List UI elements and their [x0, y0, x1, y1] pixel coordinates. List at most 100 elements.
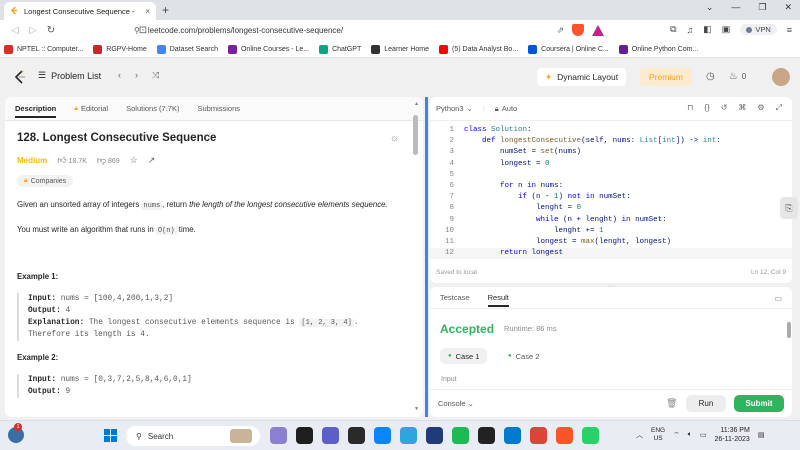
taskbar-app-icon[interactable]: [348, 427, 365, 444]
dislike-button[interactable]: 👎︎ 869: [97, 155, 120, 166]
share-icon[interactable]: ↗: [148, 155, 156, 166]
reload-icon[interactable]: ↻: [42, 25, 60, 36]
volume-icon[interactable]: 🔈︎: [688, 431, 692, 439]
taskbar-app-icon[interactable]: [504, 427, 521, 444]
scroll-up-icon[interactable]: ▲: [414, 101, 419, 107]
braces-icon[interactable]: {}: [704, 103, 709, 113]
close-window-icon[interactable]: ✕: [784, 2, 792, 13]
bookmark-item[interactable]: Dataset Search: [156, 44, 218, 54]
code-area[interactable]: 1 class Solution: 2 def longestConsecutive…: [430, 125, 792, 260]
new-tab-button[interactable]: +: [162, 3, 169, 17]
line-number: 10: [444, 226, 454, 235]
taskbar-app-icon[interactable]: [322, 427, 339, 444]
submit-button[interactable]: Submit: [734, 395, 784, 412]
taskbar-app-icon[interactable]: [452, 427, 469, 444]
url-field[interactable]: ⚲ leetcode.com/problems/longest-consecut…: [130, 22, 600, 39]
clock[interactable]: 11:36 PM 26-11-2023: [715, 426, 750, 444]
sidebar-icon[interactable]: ◧: [703, 24, 712, 35]
language-indicator[interactable]: ENG US: [651, 427, 665, 443]
taskbar-app-icon[interactable]: [582, 427, 599, 444]
share-icon[interactable]: ⇗: [556, 25, 564, 36]
extensions-icon[interactable]: ⧉: [670, 24, 676, 35]
leetcode-logo-icon[interactable]: [14, 70, 26, 84]
premium-button[interactable]: Premium: [640, 68, 692, 86]
bookmark-item[interactable]: Coursera | Online C...: [528, 44, 609, 54]
back-icon[interactable]: ◁: [6, 25, 24, 36]
bookmark-item[interactable]: Online Python Com...: [618, 44, 698, 54]
taskbar-app-icon[interactable]: [270, 427, 287, 444]
taskbar-app-icon[interactable]: [400, 427, 417, 444]
tab-result[interactable]: Result: [487, 293, 509, 307]
brave-shield-icon[interactable]: [572, 24, 584, 36]
wallet-icon[interactable]: ▣: [722, 24, 731, 35]
next-problem-icon[interactable]: ›: [135, 70, 138, 81]
bookmark-item[interactable]: ChatGPT: [319, 44, 361, 54]
taskbar-app-icon[interactable]: [478, 427, 495, 444]
taskbar-app-icon[interactable]: [426, 427, 443, 444]
taskbar-app-icon[interactable]: [296, 427, 313, 444]
problem-list-button[interactable]: ☰ Problem List: [38, 70, 101, 81]
tab-description[interactable]: Description: [15, 104, 57, 118]
theme-toggle-icon[interactable]: ☼: [390, 133, 399, 144]
tab-solutions[interactable]: Solutions (7.7K): [126, 104, 179, 113]
vertical-splitter[interactable]: [425, 97, 428, 417]
windows-start-icon[interactable]: [104, 429, 117, 442]
reset-icon[interactable]: ↺: [721, 103, 728, 113]
description-scrollbar[interactable]: [413, 115, 418, 155]
line-number: 2: [449, 137, 454, 146]
panel-layout-icon[interactable]: ▭: [774, 294, 782, 303]
dynamic-layout-button[interactable]: ✦ Dynamic Layout: [537, 68, 627, 86]
case-2-tab[interactable]: ● Case 2: [500, 348, 547, 364]
shuffle-icon[interactable]: ⤨: [152, 70, 159, 81]
language-select[interactable]: Python3 ⌄: [436, 104, 473, 113]
case-1-tab[interactable]: ● Case 1: [440, 348, 488, 364]
settings-icon[interactable]: ⚙: [757, 103, 764, 113]
chevron-up-icon[interactable]: ︿: [636, 430, 643, 440]
forward-icon[interactable]: ▷: [24, 25, 42, 36]
trash-icon[interactable]: 🗑︎: [666, 398, 677, 409]
star-icon[interactable]: ☆: [130, 155, 138, 166]
console-toggle[interactable]: Console ⌄: [438, 399, 474, 408]
maximize-icon[interactable]: ❐: [758, 2, 766, 13]
code-text: class Solution:: [464, 126, 532, 134]
menu-icon[interactable]: ≡: [787, 25, 792, 35]
test-scrollbar[interactable]: [787, 322, 791, 338]
minimize-icon[interactable]: —: [731, 2, 740, 13]
streak-fire-icon[interactable]: ♨: [729, 71, 738, 82]
scroll-down-icon[interactable]: ▼: [414, 406, 419, 412]
run-button[interactable]: Run: [686, 395, 726, 412]
tab-editorial[interactable]: 🔒︎ Editorial: [74, 104, 108, 113]
bookmark-item[interactable]: (5) Data Analyst Bo...: [439, 44, 518, 54]
taskbar-app-icon[interactable]: [556, 427, 573, 444]
prev-problem-icon[interactable]: ‹: [118, 70, 121, 81]
bookmark-item[interactable]: RGPV-Home: [93, 44, 147, 54]
tab-close-icon[interactable]: ×: [145, 7, 150, 16]
shortcuts-icon[interactable]: ⌘: [738, 103, 746, 113]
taskbar-search[interactable]: ⚲ Search: [126, 426, 260, 446]
bookmark-icon[interactable]: ⊓: [687, 103, 693, 113]
example-1-block: Input: nums = [100,4,200,1,3,2] Output: …: [17, 293, 411, 341]
vpn-button[interactable]: VPN: [740, 24, 777, 35]
chevron-down-icon[interactable]: ⌄: [706, 2, 714, 13]
expand-icon[interactable]: ⤢: [776, 103, 782, 113]
taskbar-app-icon[interactable]: [530, 427, 547, 444]
browser-tab[interactable]: Longest Consecutive Sequence - ×: [4, 2, 156, 20]
avatar[interactable]: [772, 68, 790, 86]
notifications-icon[interactable]: ▤: [758, 431, 765, 439]
bookmark-item[interactable]: NPTEL :: Computer...: [4, 44, 83, 54]
timer-icon[interactable]: ◷: [706, 71, 715, 82]
bookmark-item[interactable]: Online Courses - Le...: [227, 44, 309, 54]
bookmark-item[interactable]: Learner Home: [371, 44, 429, 54]
taskbar-app-icon[interactable]: [374, 427, 391, 444]
notes-icon[interactable]: ⎘: [780, 197, 798, 219]
auto-mode-button[interactable]: 🔒︎ Auto: [495, 104, 517, 114]
tab-testcase[interactable]: Testcase: [440, 293, 470, 302]
companies-tag[interactable]: 🔒︎ Companies: [17, 175, 74, 187]
music-icon[interactable]: ♫: [687, 25, 694, 35]
battery-icon[interactable]: ▭: [700, 431, 707, 439]
wifi-icon[interactable]: ⌔: [673, 431, 680, 440]
brave-rewards-icon[interactable]: [592, 24, 604, 36]
vpn-icon: [746, 26, 753, 33]
like-button[interactable]: 👍︎ 18.7K: [57, 155, 87, 166]
tab-submissions[interactable]: Submissions: [197, 104, 240, 113]
